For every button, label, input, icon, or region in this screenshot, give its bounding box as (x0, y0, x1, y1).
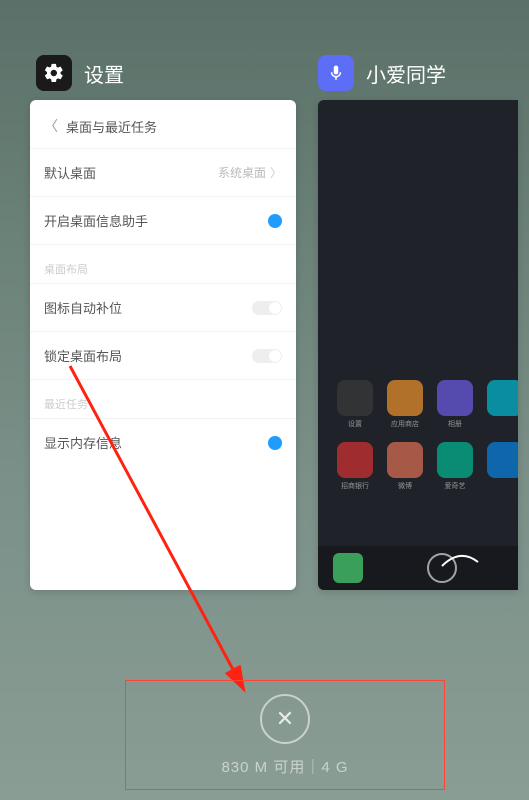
swipe-gesture-icon (440, 552, 480, 568)
memory-status: 830 M 可用｜4 G (221, 756, 348, 777)
toggle-info-assistant[interactable] (248, 213, 282, 229)
app-icon-box (337, 380, 373, 416)
annotation-highlight-box: ✕ 830 M 可用｜4 G (125, 680, 445, 790)
homescreen-app-icon[interactable]: 设置 (334, 380, 376, 430)
homescreen-app-icon[interactable]: 应用商店 (384, 380, 426, 430)
microphone-icon (318, 55, 354, 91)
row-label: 开启桌面信息助手 (44, 211, 148, 230)
homescreen-app-icon[interactable] (484, 380, 518, 430)
recent-app-header-settings: 设置 (36, 55, 124, 91)
app-title: 小爱同学 (366, 59, 446, 88)
toggle-show-memory[interactable] (248, 435, 282, 451)
homescreen-app-icon[interactable]: 爱奇艺 (434, 442, 476, 492)
app-icon-box (387, 442, 423, 478)
app-icon-box (337, 442, 373, 478)
homescreen-app-icon[interactable]: 招商银行 (334, 442, 376, 492)
page-title: 桌面与最近任务 (66, 117, 157, 136)
section-title-layout: 桌面布局 (30, 244, 296, 283)
clear-all-button[interactable]: ✕ (260, 694, 310, 744)
row-info-assistant[interactable]: 开启桌面信息助手 (30, 196, 296, 244)
toggle-auto-fill[interactable] (252, 301, 282, 315)
homescreen-dock (318, 546, 518, 590)
homescreen-app-icon[interactable]: 微博 (384, 442, 426, 492)
app-icon-label: 相册 (448, 419, 462, 429)
row-show-memory[interactable]: 显示内存信息 (30, 418, 296, 466)
app-icon-label: 设置 (348, 419, 362, 429)
app-icon-box (437, 380, 473, 416)
phone-icon[interactable] (333, 553, 363, 583)
section-title-recent: 最近任务 (30, 379, 296, 418)
recent-app-card-xiaoai[interactable]: 设置 应用商店 相册招商银行 微博 爱奇艺 (318, 100, 518, 590)
app-icon-label: 应用商店 (391, 419, 419, 429)
row-default-desktop[interactable]: 默认桌面 系统桌面 〉 (30, 148, 296, 196)
back-chevron-icon[interactable]: 〈 (44, 116, 58, 136)
recent-app-card-settings[interactable]: 〈 桌面与最近任务 默认桌面 系统桌面 〉 开启桌面信息助手 桌面布局 图标自动… (30, 100, 296, 590)
row-lock-layout[interactable]: 锁定桌面布局 (30, 331, 296, 379)
app-title: 设置 (84, 59, 124, 88)
settings-header[interactable]: 〈 桌面与最近任务 (30, 100, 296, 148)
row-auto-fill[interactable]: 图标自动补位 (30, 283, 296, 331)
row-value-text: 系统桌面 (218, 164, 266, 181)
row-value: 系统桌面 〉 (218, 164, 282, 181)
app-icon-box (487, 380, 518, 416)
homescreen-app-icon[interactable]: 相册 (434, 380, 476, 430)
row-label: 锁定桌面布局 (44, 346, 122, 365)
app-icon-box (387, 380, 423, 416)
chevron-right-icon: 〉 (270, 164, 282, 181)
toggle-lock-layout[interactable] (252, 349, 282, 363)
app-icon-box (487, 442, 518, 478)
gear-icon (36, 55, 72, 91)
row-label: 显示内存信息 (44, 433, 122, 452)
homescreen-app-icon[interactable] (484, 442, 518, 492)
app-icon-box (437, 442, 473, 478)
row-label: 图标自动补位 (44, 298, 122, 317)
row-label: 默认桌面 (44, 163, 96, 182)
app-icon-label: 爱奇艺 (445, 481, 466, 491)
app-icon-label: 招商银行 (341, 481, 369, 491)
homescreen-icon-grid: 设置 应用商店 相册招商银行 微博 爱奇艺 (334, 380, 518, 492)
close-icon: ✕ (276, 708, 294, 730)
app-icon-label: 微博 (398, 481, 412, 491)
recent-app-header-xiaoai: 小爱同学 (318, 55, 446, 91)
